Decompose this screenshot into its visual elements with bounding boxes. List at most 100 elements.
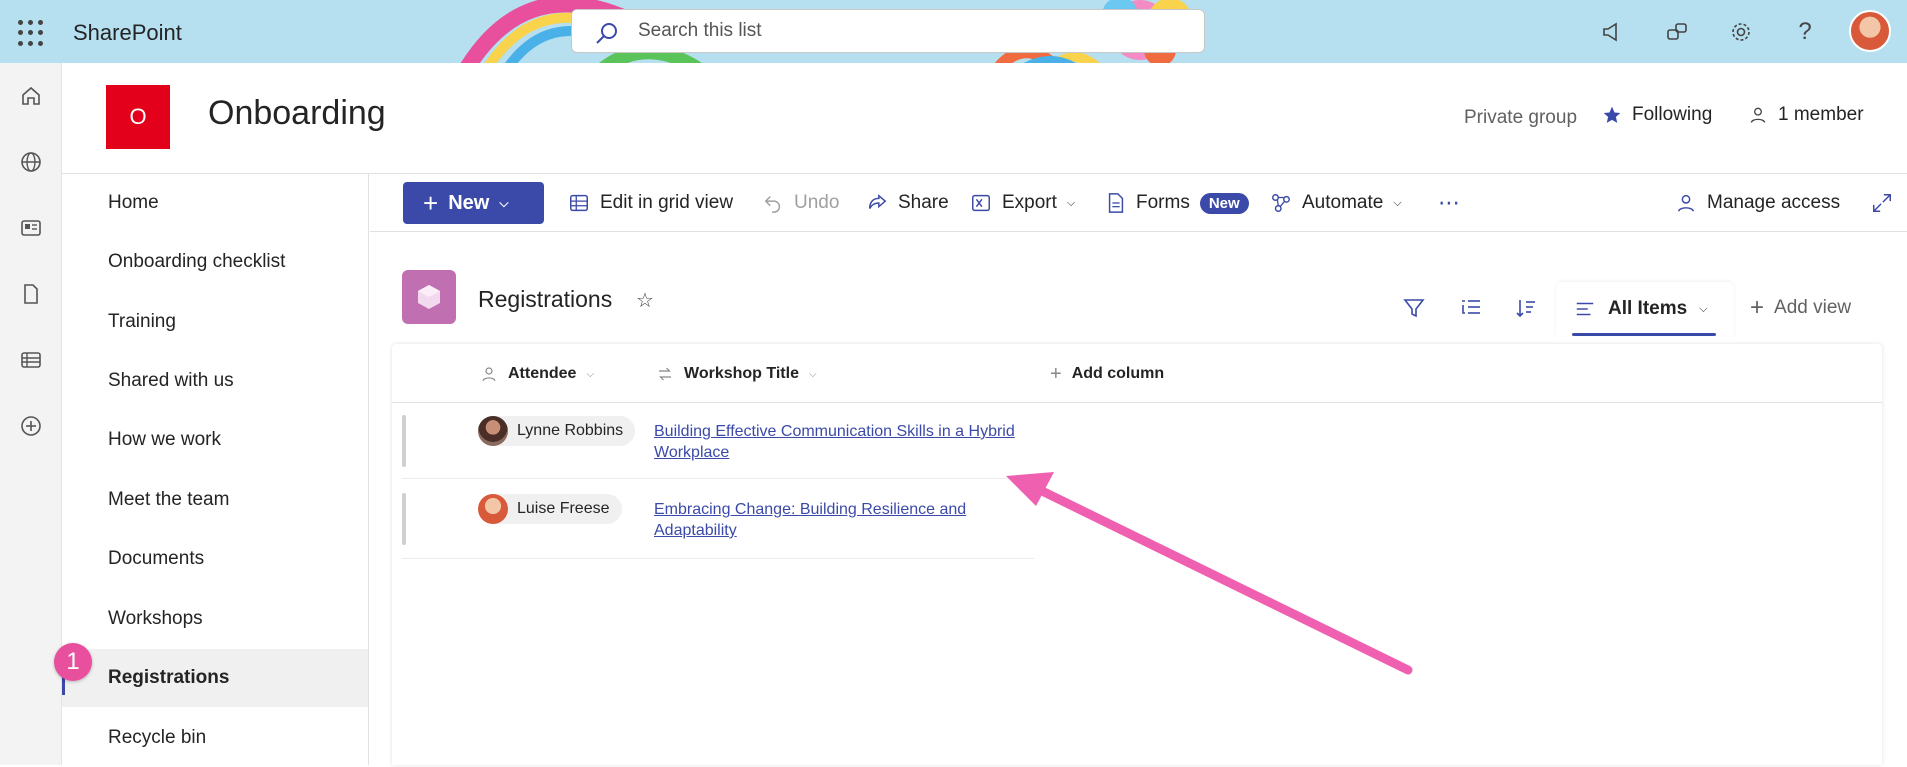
user-avatar[interactable] <box>1849 10 1891 52</box>
column-label: Workshop Title <box>684 365 799 382</box>
workshop-title-link[interactable]: Building Effective Communication Skills … <box>654 421 1034 463</box>
add-column-label: Add column <box>1071 365 1165 382</box>
filter-icon[interactable] <box>1399 293 1429 323</box>
list-icon <box>402 270 456 324</box>
avatar <box>478 416 508 446</box>
app-rail <box>0 63 62 765</box>
chevron-down-icon: ⌵ <box>499 195 509 210</box>
nav-item-shared-with-us[interactable]: Shared with us <box>62 352 368 410</box>
person-pill[interactable]: Lynne Robbins <box>478 416 636 446</box>
megaphone-icon[interactable] <box>1598 17 1628 47</box>
person-icon <box>1677 194 1695 212</box>
column-label: Attendee <box>508 365 577 382</box>
nav-item-registrations[interactable]: Registrations <box>62 649 368 707</box>
suite-bar: SharePoint ? <box>0 0 1907 63</box>
lists-icon[interactable] <box>16 345 46 375</box>
plus-icon: + <box>1750 294 1765 321</box>
forms-icon <box>1108 193 1124 213</box>
edit-grid-button[interactable]: Edit in grid view <box>568 188 733 218</box>
site-title[interactable]: Onboarding <box>208 94 386 133</box>
forms-button[interactable]: Forms New <box>1106 188 1249 218</box>
share-icon <box>868 194 887 209</box>
nav-item-documents[interactable]: Documents <box>62 530 368 588</box>
more-options-icon[interactable]: ⋯ <box>1438 188 1460 218</box>
favorite-star-icon[interactable]: ☆ <box>636 288 654 313</box>
news-icon[interactable] <box>16 213 46 243</box>
following-label: Following <box>1632 104 1713 125</box>
new-label: New <box>448 191 490 214</box>
view-switcher[interactable]: All Items ⌵ <box>1556 282 1734 336</box>
undo-icon <box>764 196 781 213</box>
column-header-workshop-title[interactable]: Workshop Title ⌵ <box>656 362 817 386</box>
column-header-attendee[interactable]: Attendee ⌵ <box>480 362 594 386</box>
step-number-badge: 1 <box>54 643 92 681</box>
members-button[interactable]: 1 member <box>1748 104 1864 126</box>
search-box[interactable] <box>571 9 1205 53</box>
export-label: Export <box>1002 192 1057 213</box>
automate-button[interactable]: Automate ⌵ <box>1270 188 1402 218</box>
list-view-icon <box>1576 302 1594 316</box>
new-button[interactable]: + New ⌵ <box>403 182 544 224</box>
row-selector[interactable] <box>402 493 406 545</box>
add-view-button[interactable]: + Add view <box>1750 296 1851 320</box>
home-icon[interactable] <box>16 81 46 111</box>
document-icon[interactable] <box>16 279 46 309</box>
lookup-icon <box>659 367 671 381</box>
automate-icon <box>1272 194 1290 212</box>
new-badge: New <box>1199 192 1249 214</box>
create-icon[interactable] <box>16 411 46 441</box>
excel-icon <box>972 194 990 212</box>
person-icon <box>482 367 496 382</box>
export-button[interactable]: Export ⌵ <box>970 188 1075 218</box>
nav-item-training[interactable]: Training <box>62 293 368 351</box>
left-navigation: Home Onboarding checklist Training Share… <box>62 174 369 765</box>
undo-label: Undo <box>794 192 840 213</box>
gear-icon[interactable] <box>1726 17 1756 47</box>
app-launcher-icon[interactable] <box>18 20 44 46</box>
brand-name[interactable]: SharePoint <box>73 20 182 46</box>
workshop-title-link[interactable]: Embracing Change: Building Resilience an… <box>654 499 1034 541</box>
undo-button[interactable]: Undo <box>762 188 839 218</box>
avatar <box>478 494 508 524</box>
chevron-down-icon: ⌵ <box>586 368 595 380</box>
row-divider <box>402 558 1034 559</box>
plus-icon: + <box>1050 362 1062 385</box>
nav-item-recycle-bin[interactable]: Recycle bin <box>62 709 368 767</box>
row-selector[interactable] <box>402 415 406 467</box>
members-label: 1 member <box>1778 104 1864 125</box>
nav-item-how-we-work[interactable]: How we work <box>62 411 368 469</box>
nav-item-workshops[interactable]: Workshops <box>62 590 368 648</box>
sort-icon[interactable] <box>1511 293 1541 323</box>
chat-icon[interactable] <box>1662 17 1692 47</box>
help-icon[interactable]: ? <box>1790 17 1820 47</box>
view-name: All Items <box>1608 298 1688 319</box>
person-icon <box>1750 107 1766 123</box>
group-icon[interactable] <box>1456 293 1486 323</box>
site-logo[interactable]: O <box>106 85 170 149</box>
command-bar: + New ⌵ Edit in grid view Undo Share Exp… <box>370 174 1907 232</box>
nav-item-meet-the-team[interactable]: Meet the team <box>62 471 368 529</box>
chevron-down-icon: ⌵ <box>808 368 817 380</box>
nav-item-home[interactable]: Home <box>62 174 368 232</box>
manage-access-button[interactable]: Manage access <box>1675 188 1840 218</box>
nav-item-onboarding-checklist[interactable]: Onboarding checklist <box>62 233 368 291</box>
chevron-down-icon: ⌵ <box>1066 196 1076 209</box>
automate-label: Automate <box>1302 192 1384 213</box>
expand-icon[interactable] <box>1871 188 1893 218</box>
list-title[interactable]: Registrations <box>478 286 612 313</box>
forms-label: Forms <box>1136 192 1190 213</box>
star-filled-icon <box>1603 106 1621 123</box>
share-button[interactable]: Share <box>866 188 949 218</box>
chevron-down-icon: ⌵ <box>1699 302 1708 315</box>
plus-icon: + <box>423 188 439 218</box>
globe-icon[interactable] <box>16 147 46 177</box>
edit-grid-label: Edit in grid view <box>600 192 734 213</box>
list-grid <box>392 344 1882 765</box>
add-column-button[interactable]: + Add column <box>1050 362 1164 386</box>
person-pill[interactable]: Luise Freese <box>478 494 622 524</box>
search-input[interactable] <box>636 18 1176 44</box>
search-icon <box>596 23 617 44</box>
following-button[interactable]: Following <box>1602 104 1712 126</box>
privacy-label: Private group <box>1464 107 1578 128</box>
header-divider <box>392 402 1882 403</box>
